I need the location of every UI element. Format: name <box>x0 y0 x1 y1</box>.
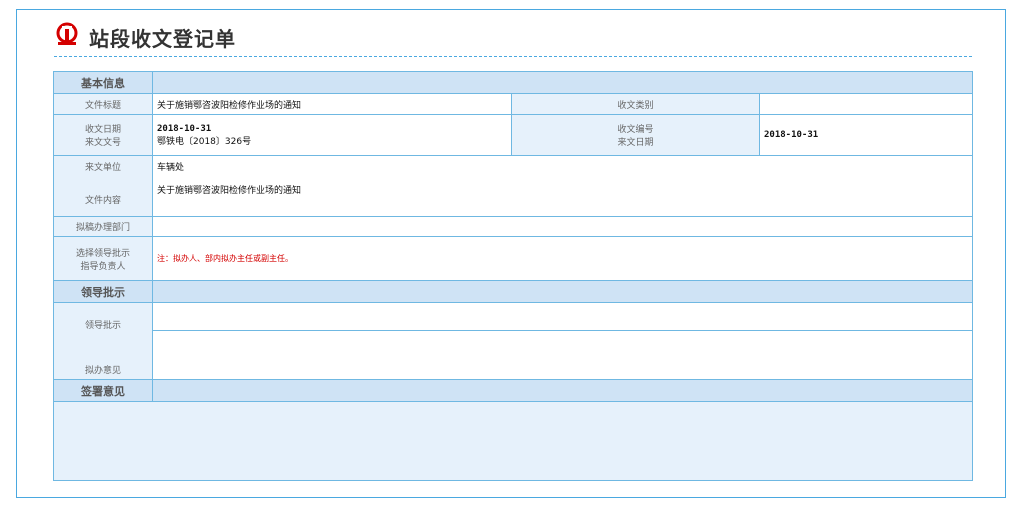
leader-instr-field[interactable] <box>151 302 974 331</box>
content-label: 文件内容 <box>84 196 121 206</box>
row-leader-instr: 领导批示 拟办意见 <box>53 302 974 380</box>
row-handling-opinion <box>54 330 974 380</box>
page-title: 站段收文登记单 <box>89 27 236 51</box>
row-dates: 收文日期 来文文号 2018-10-31 鄂铁电〔2018〕326号 收文编号 … <box>53 114 974 156</box>
doc-title-label: 文件标题 <box>53 93 153 115</box>
receive-date-field[interactable]: 2018-10-31 <box>157 124 511 134</box>
section-label: 领导批示 <box>53 280 153 303</box>
process-dept-field[interactable] <box>151 216 974 237</box>
note-text: 注：拟办人、部内拟办主任或副主任。 <box>157 254 293 263</box>
doc-ref-field[interactable]: 鄂铁电〔2018〕326号 <box>157 134 511 147</box>
content-field[interactable]: 关于施销鄂咨波阳检修作业场的通知 <box>157 173 972 196</box>
handling-opinion-field[interactable] <box>151 330 974 380</box>
doc-title-field[interactable]: 关于施销鄂咨波阳检修作业场的通知 <box>152 93 512 115</box>
leader-instr-label: 领导批示 <box>84 321 121 331</box>
handling-opinion-label: 拟办意见 <box>84 366 121 376</box>
doc-category-field[interactable] <box>758 93 974 115</box>
section-leader-instructions: 领导批示 <box>53 280 974 303</box>
choose-leader-label: 选择领导批示 <box>75 248 130 259</box>
sender-label: 来文单位 <box>84 163 121 173</box>
section-sign-opinion: 签署意见 <box>53 379 974 402</box>
row-leader-select: 选择领导批示 指导负责人 注：拟办人、部内拟办主任或副主任。 <box>53 236 974 281</box>
row-doc-title: 文件标题 关于施销鄂咨波阳检修作业场的通知 收文类别 <box>53 93 974 115</box>
section-label: 基本信息 <box>53 71 153 94</box>
process-dept-label: 拟稿办理部门 <box>53 216 153 237</box>
doc-ref-label: 来文文号 <box>84 138 121 148</box>
section-label: 签署意见 <box>53 379 153 402</box>
sign-opinion-field[interactable] <box>52 401 974 481</box>
row-sign-area <box>52 401 974 481</box>
railway-logo-icon <box>56 22 78 45</box>
receive-number-label: 收文编号 <box>617 125 654 135</box>
row-process-dept: 拟稿办理部门 <box>53 216 974 237</box>
doc-date-field[interactable]: 2018-10-31 <box>764 130 972 140</box>
doc-category-label: 收文类别 <box>511 93 760 115</box>
row-sender-content: 来文单位 文件内容 车辆处 关于施销鄂咨波阳检修作业场的通知 <box>53 155 974 217</box>
designated-handler-label: 指导负责人 <box>80 261 126 272</box>
receive-date-label: 收文日期 <box>84 125 121 135</box>
doc-date-label: 来文日期 <box>617 138 654 148</box>
form-header: 站段收文登记单 <box>54 20 972 57</box>
registration-form: 基本信息 文件标题 关于施销鄂咨波阳检修作业场的通知 收文类别 收文日期 来文文… <box>52 71 974 481</box>
sender-field[interactable]: 车辆处 <box>157 156 972 173</box>
section-basic-info: 基本信息 <box>53 71 974 94</box>
